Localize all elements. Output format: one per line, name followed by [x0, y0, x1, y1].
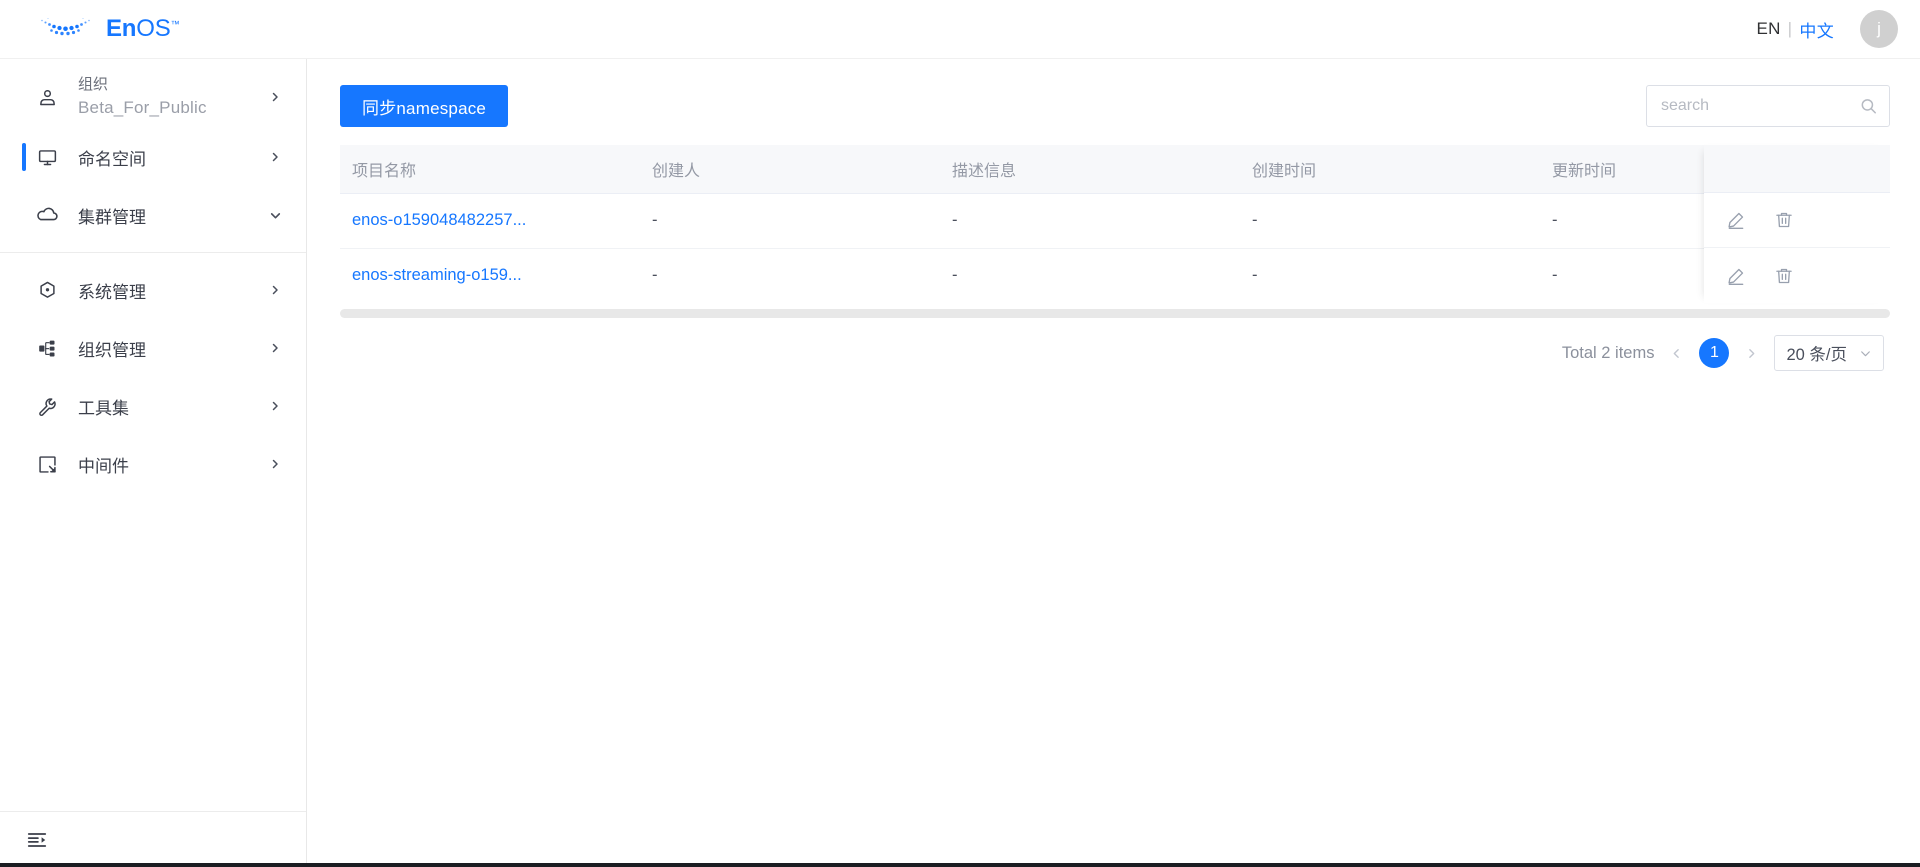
- sidebar: 组织 Beta_For_Public 命名空间 集群管理 系统管理 组织管理 工…: [0, 59, 307, 867]
- table-body: enos-o159048482257... - - - - enos-strea…: [340, 193, 1890, 303]
- pencil-edit-icon[interactable]: [1726, 266, 1746, 286]
- top-header-bar: EnOS™ EN | 中文 j: [0, 0, 1920, 59]
- page-size-select[interactable]: 20 条/页: [1774, 335, 1884, 371]
- sidebar-item-label: 中间件: [78, 456, 129, 476]
- chevron-right-icon: [268, 342, 282, 354]
- column-header-project-name[interactable]: 项目名称: [340, 145, 640, 194]
- chevron-right-icon: [268, 458, 282, 470]
- cell-creator: -: [652, 266, 658, 285]
- sidebar-item-organization-management[interactable]: 组织管理: [0, 319, 306, 377]
- organization-name: Beta_For_Public: [78, 97, 207, 117]
- sidebar-item-label: 系统管理: [78, 282, 146, 302]
- search-box: [1646, 85, 1890, 127]
- search-input[interactable]: [1646, 85, 1890, 127]
- organization-block: 组织 Beta_For_Public: [78, 74, 268, 120]
- cell-create-time: -: [1252, 266, 1258, 285]
- brand-name-light: OS: [136, 15, 171, 42]
- avatar[interactable]: j: [1860, 10, 1898, 48]
- fixed-action-header: [1704, 145, 1890, 193]
- project-name-link[interactable]: enos-streaming-o159...: [352, 266, 522, 284]
- menu-fold-icon[interactable]: [24, 827, 50, 853]
- trash-delete-icon[interactable]: [1774, 266, 1794, 286]
- brand-name-bold: En: [106, 15, 137, 42]
- sidebar-item-middleware[interactable]: 中间件: [0, 435, 306, 493]
- enos-dots-logo-icon: [41, 17, 90, 36]
- horizontal-scrollbar[interactable]: [340, 309, 1890, 318]
- cell-project-name: enos-o159048482257...: [340, 193, 640, 249]
- chevron-right-icon: [268, 91, 282, 103]
- window-bottom-strip: [0, 863, 1920, 867]
- cell-creator: -: [640, 193, 940, 249]
- header-right-group: EN | 中文 j: [1756, 10, 1898, 48]
- sidebar-item-label: 命名空间: [78, 149, 146, 169]
- table-row: enos-streaming-o159... - - - -: [340, 248, 1890, 303]
- fixed-action-column: [1704, 145, 1890, 303]
- column-header-description[interactable]: 描述信息: [940, 145, 1240, 194]
- pencil-edit-icon[interactable]: [1726, 210, 1746, 230]
- sidebar-item-toolset[interactable]: 工具集: [0, 377, 306, 435]
- table: 项目名称 创建人 描述信息 创建时间 更新时间 enos-o1590484822…: [340, 145, 1890, 303]
- row-action-group: [1704, 193, 1890, 248]
- lang-option-en[interactable]: EN: [1756, 19, 1780, 39]
- cell-description: -: [952, 266, 958, 285]
- namespace-table: 项目名称 创建人 描述信息 创建时间 更新时间 enos-o1590484822…: [340, 145, 1890, 303]
- lang-separator: |: [1787, 19, 1793, 38]
- organization-label: 组织: [78, 75, 109, 93]
- lang-option-zh[interactable]: 中文: [1799, 17, 1834, 42]
- main-content: 同步namespace 项目名称: [307, 59, 1920, 867]
- middleware-box-icon: [36, 453, 58, 475]
- column-header-create-time[interactable]: 创建时间: [1240, 145, 1540, 194]
- column-header-creator[interactable]: 创建人: [640, 145, 940, 194]
- sidebar-item-organization[interactable]: 组织 Beta_For_Public: [0, 66, 306, 128]
- brand-wordmark: EnOS™: [106, 15, 180, 42]
- wrench-icon: [36, 395, 58, 417]
- sidebar-item-label: 组织管理: [78, 340, 146, 360]
- cloud-icon: [36, 204, 58, 226]
- trash-delete-icon[interactable]: [1774, 210, 1794, 230]
- project-name-link[interactable]: enos-o159048482257...: [352, 211, 526, 229]
- sidebar-item-label: 集群管理: [78, 207, 146, 227]
- sync-namespace-button[interactable]: 同步namespace: [340, 85, 509, 127]
- chevron-right-icon: [268, 284, 282, 296]
- hexagon-gear-icon: [36, 279, 58, 301]
- brand-trademark: ™: [170, 19, 180, 29]
- sidebar-item-namespace[interactable]: 命名空间: [0, 128, 306, 186]
- display-monitor-icon: [36, 146, 58, 168]
- chevron-right-icon: [268, 400, 282, 412]
- sidebar-divider: [0, 252, 306, 253]
- sidebar-item-system-management[interactable]: 系统管理: [0, 261, 306, 319]
- page-size-value: 20 条/页: [1786, 346, 1847, 364]
- brand-logo[interactable]: EnOS™: [38, 14, 180, 44]
- app-root: EnOS™ EN | 中文 j 组织 Beta_For_Public 命名空间 …: [0, 0, 1920, 867]
- chevron-left-icon[interactable]: [1667, 347, 1686, 360]
- content-toolbar: 同步namespace: [340, 85, 1890, 127]
- chevron-right-icon[interactable]: [1742, 347, 1761, 360]
- pagination: Total 2 items 1 20 条/页: [340, 318, 1890, 371]
- sidebar-item-label: 工具集: [78, 398, 129, 418]
- sidebar-item-cluster-management[interactable]: 集群管理: [0, 186, 306, 244]
- chevron-down-icon: [1859, 347, 1872, 360]
- page-body: 组织 Beta_For_Public 命名空间 集群管理 系统管理 组织管理 工…: [0, 59, 1920, 867]
- active-indicator: [22, 143, 26, 171]
- cell-project-name: enos-streaming-o159...: [340, 248, 640, 303]
- cell-description: -: [940, 193, 1240, 249]
- sidebar-footer: [0, 811, 306, 867]
- table-head: 项目名称 创建人 描述信息 创建时间 更新时间: [340, 145, 1890, 194]
- sidebar-nav: 组织 Beta_For_Public 命名空间 集群管理 系统管理 组织管理 工…: [0, 59, 306, 811]
- org-tree-icon: [36, 337, 58, 359]
- pagination-total: Total 2 items: [1561, 343, 1655, 362]
- user-org-icon: [36, 86, 58, 108]
- pagination-page-1[interactable]: 1: [1699, 338, 1730, 368]
- language-switcher: EN | 中文: [1756, 17, 1834, 42]
- chevron-right-icon: [268, 151, 282, 163]
- table-row: enos-o159048482257... - - - -: [340, 193, 1890, 249]
- row-action-group: [1704, 248, 1890, 303]
- cell-create-time: -: [1240, 193, 1540, 249]
- table-scroll-area: 项目名称 创建人 描述信息 创建时间 更新时间 enos-o1590484822…: [340, 145, 1890, 303]
- chevron-down-icon: [268, 209, 282, 222]
- table-header-row: 项目名称 创建人 描述信息 创建时间 更新时间: [340, 145, 1890, 194]
